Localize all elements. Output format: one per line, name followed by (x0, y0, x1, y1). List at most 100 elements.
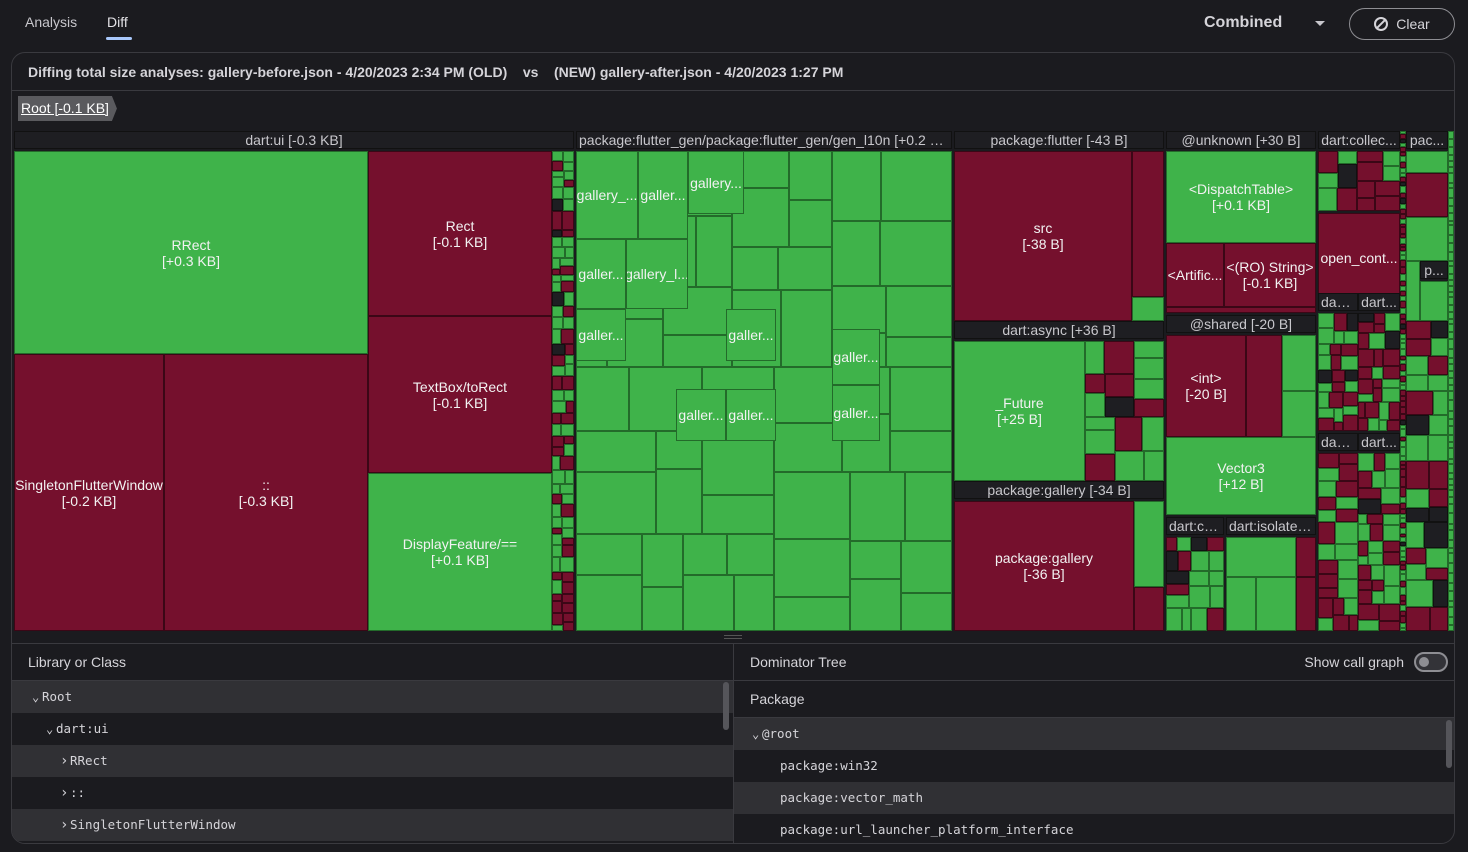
treemap-cell[interactable] (1448, 617, 1454, 625)
treemap-cell[interactable] (1142, 417, 1164, 451)
tab-analysis[interactable]: Analysis (25, 14, 77, 30)
treemap-cell[interactable] (1318, 355, 1331, 370)
treemap-cell[interactable] (1318, 468, 1339, 481)
treemap-cell[interactable] (1372, 367, 1383, 379)
treemap-cell[interactable] (1358, 418, 1368, 431)
treemap-cell[interactable] (1448, 411, 1454, 419)
treemap-cell[interactable] (1318, 574, 1338, 588)
treemap-cell[interactable] (1105, 397, 1134, 417)
treemap-cell[interactable] (1330, 344, 1341, 355)
treemap-cell[interactable] (566, 401, 574, 413)
tree-row[interactable]: package:win32 (734, 750, 1454, 782)
treemap-cell[interactable] (1085, 417, 1115, 430)
tree-row[interactable]: ⌄ dart:ui (12, 713, 733, 745)
treemap-cell[interactable] (1085, 454, 1115, 481)
treemap-cell[interactable] (1357, 162, 1383, 181)
treemap-cell[interactable] (562, 572, 574, 582)
treemap-cell[interactable] (1191, 537, 1207, 551)
treemap-cell[interactable] (1448, 419, 1454, 426)
treemap-cell[interactable]: Rect [-0.1 KB] (368, 151, 552, 316)
treemap-cell[interactable] (552, 199, 563, 211)
treemap-cell[interactable] (886, 286, 952, 337)
treemap-cell[interactable] (1358, 349, 1374, 367)
treemap-cell[interactable] (564, 444, 574, 456)
treemap-cell[interactable] (1448, 490, 1454, 497)
treemap-cell[interactable] (1166, 307, 1316, 313)
treemap-cell[interactable]: <int> [-20 B] (1166, 335, 1246, 437)
treemap-cell[interactable] (560, 484, 574, 494)
treemap-cell[interactable] (565, 247, 574, 258)
treemap-cell[interactable] (564, 390, 574, 401)
treemap-cell[interactable] (1132, 297, 1164, 321)
treemap-cell[interactable] (1358, 453, 1374, 471)
treemap-cell[interactable] (1448, 243, 1454, 252)
treemap-cell[interactable]: gallery_... (576, 151, 638, 239)
treemap-cell[interactable] (1448, 504, 1454, 513)
treemap-cell[interactable] (1246, 335, 1282, 437)
treemap-cell[interactable] (683, 534, 727, 575)
treemap-cell[interactable] (1448, 339, 1454, 349)
treemap-cell[interactable]: :: [-0.3 KB] (164, 354, 368, 631)
chevron-down-icon[interactable]: ⌄ (32, 681, 42, 713)
treemap-cell[interactable] (1448, 147, 1454, 155)
treemap-cell[interactable] (562, 538, 574, 545)
treemap-cell[interactable] (1448, 213, 1454, 221)
treemap-cell[interactable] (1373, 388, 1382, 402)
mode-select[interactable]: Combined (1204, 14, 1282, 32)
treemap-cell[interactable] (1448, 530, 1454, 540)
dropdown-caret-icon[interactable] (1315, 21, 1325, 26)
treemap-cell[interactable] (1318, 510, 1336, 522)
treemap-cell[interactable] (1318, 497, 1336, 510)
treemap-cell[interactable] (1341, 356, 1358, 370)
treemap-cell[interactable] (1448, 400, 1454, 411)
treemap-cell[interactable] (1296, 577, 1316, 631)
treemap-cell[interactable] (552, 230, 562, 237)
library-scrollbar[interactable] (723, 682, 729, 730)
treemap-cell[interactable] (1134, 501, 1164, 587)
treemap-cell[interactable] (1343, 406, 1358, 415)
treemap-cell[interactable] (1428, 356, 1448, 375)
treemap-cell[interactable] (1406, 489, 1429, 508)
treemap-cell[interactable] (1358, 556, 1368, 565)
treemap-cell[interactable] (1448, 591, 1454, 601)
treemap-cell[interactable] (1144, 451, 1164, 481)
treemap-cell[interactable] (1338, 560, 1358, 579)
treemap-cell[interactable] (1226, 577, 1256, 631)
treemap-cell[interactable] (1406, 508, 1429, 522)
treemap-cell[interactable] (1318, 370, 1332, 383)
treemap-cell[interactable] (1448, 364, 1454, 371)
treemap-cell[interactable] (1085, 430, 1115, 454)
treemap-cell[interactable] (901, 593, 952, 631)
treemap-cell[interactable] (1448, 349, 1454, 358)
treemap-cell[interactable]: open_cont... (1318, 213, 1400, 303)
treemap-cell[interactable] (1318, 188, 1337, 211)
treemap-cell[interactable] (881, 151, 952, 221)
treemap-cell[interactable] (1448, 198, 1454, 206)
treemap-cell[interactable] (1448, 573, 1454, 583)
treemap-cell[interactable] (1374, 453, 1385, 471)
treemap-cell[interactable] (1448, 188, 1454, 198)
treemap-cell[interactable] (1134, 379, 1164, 399)
treemap-cell[interactable] (552, 329, 561, 344)
treemap-cell[interactable] (1358, 580, 1372, 590)
treemap-cell[interactable] (1448, 435, 1454, 442)
treemap-cell[interactable] (850, 472, 905, 541)
treemap-cell[interactable] (1344, 331, 1358, 344)
treemap-cell[interactable] (1191, 551, 1209, 571)
treemap-cell[interactable] (1105, 374, 1134, 397)
treemap-cell[interactable] (1166, 537, 1177, 551)
treemap-cell[interactable] (901, 541, 952, 593)
treemap-cell[interactable] (552, 456, 560, 470)
treemap-cell[interactable] (1318, 588, 1338, 598)
treemap-group-header[interactable]: package:flutter_gen/package:flutter_gen/… (576, 131, 952, 149)
treemap-cell[interactable] (1448, 448, 1454, 459)
treemap-cell[interactable] (1335, 544, 1358, 560)
treemap-cell[interactable] (552, 545, 562, 557)
chevron-down-icon[interactable]: ⌄ (46, 713, 56, 745)
treemap-cell[interactable] (552, 470, 565, 484)
treemap-cell[interactable] (1368, 553, 1383, 565)
treemap-cell[interactable] (1372, 580, 1384, 591)
tree-row[interactable]: package:url_launcher_platform_interface (734, 814, 1454, 843)
treemap-cell[interactable] (781, 290, 832, 367)
treemap-cell[interactable] (1085, 393, 1105, 417)
